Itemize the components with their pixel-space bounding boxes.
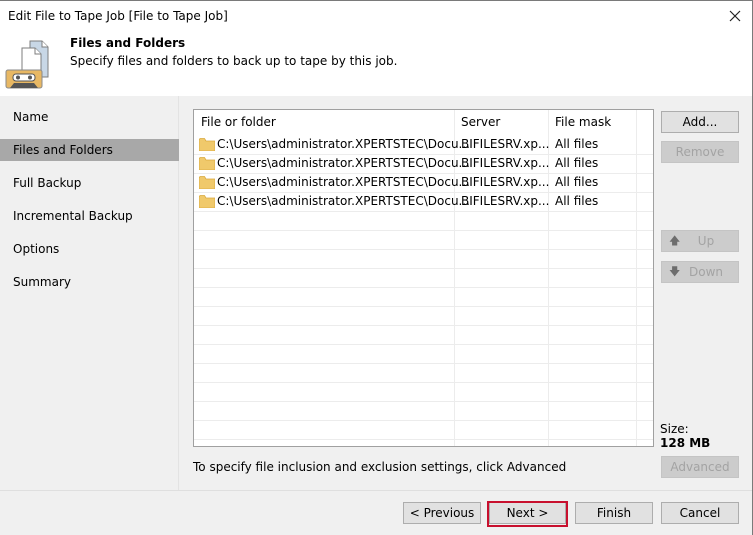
column-header-file-mask[interactable]: File mask [555, 115, 611, 129]
grid-row-line [194, 325, 653, 326]
down-label: Down [688, 265, 723, 279]
table-row[interactable]: C:\Users\administrator.XPERTSTEC\Docu...… [194, 154, 653, 173]
footer-divider [0, 490, 752, 491]
sidebar-item-options[interactable]: Options [0, 238, 179, 260]
table-row[interactable]: C:\Users\administrator.XPERTSTEC\Docu...… [194, 173, 653, 192]
grid-row-line [194, 249, 653, 250]
cell-mask: All files [555, 137, 599, 151]
grid-row-line [194, 287, 653, 288]
folder-icon [198, 176, 216, 190]
grid-row-line [194, 230, 653, 231]
grid-row-line [194, 306, 653, 307]
folder-icon [198, 157, 216, 171]
advanced-hint-text: To specify file inclusion and exclusion … [193, 460, 567, 474]
cell-path: C:\Users\administrator.XPERTSTEC\Docu... [217, 137, 470, 151]
cell-mask: All files [555, 194, 599, 208]
down-button[interactable]: 🡇 Down [661, 261, 739, 283]
cell-server: BIFILESRV.xp... [461, 175, 550, 189]
cell-mask: All files [555, 156, 599, 170]
cell-server: BIFILESRV.xp... [461, 137, 550, 151]
cell-path: C:\Users\administrator.XPERTSTEC\Docu... [217, 156, 470, 170]
cell-path: C:\Users\administrator.XPERTSTEC\Docu... [217, 175, 470, 189]
advanced-button[interactable]: Advanced [661, 456, 739, 478]
edit-job-dialog: Edit File to Tape Job [File to Tape Job]… [0, 0, 753, 535]
size-label: Size: [660, 422, 689, 436]
folder-icon [198, 195, 216, 209]
page-title: Files and Folders [70, 36, 186, 50]
title-bar: Edit File to Tape Job [File to Tape Job] [0, 1, 752, 31]
remove-button[interactable]: Remove [661, 141, 739, 163]
add-button[interactable]: Add... [661, 111, 739, 133]
page-subtitle: Specify files and folders to back up to … [70, 54, 398, 68]
next-button[interactable]: Next > [489, 502, 566, 524]
grid-row-line [194, 439, 653, 440]
wizard-steps-sidebar: Name Files and Folders Full Backup Incre… [0, 96, 179, 490]
grid-row-line [194, 401, 653, 402]
column-header-file-or-folder[interactable]: File or folder [201, 115, 276, 129]
finish-button[interactable]: Finish [575, 502, 653, 524]
grid-row-line [194, 363, 653, 364]
column-header-server[interactable]: Server [461, 115, 500, 129]
table-row[interactable]: C:\Users\administrator.XPERTSTEC\Docu...… [194, 135, 653, 154]
arrow-down-icon: 🡇 [669, 265, 681, 278]
window-title: Edit File to Tape Job [File to Tape Job] [8, 9, 228, 23]
grid-row-line [194, 344, 653, 345]
grid-row-line [194, 268, 653, 269]
table-row[interactable]: C:\Users\administrator.XPERTSTEC\Docu...… [194, 192, 653, 211]
files-table[interactable]: File or folder Server File mask C:\Users… [193, 109, 654, 447]
sidebar-item-summary[interactable]: Summary [0, 271, 179, 293]
sidebar-item-files-and-folders[interactable]: Files and Folders [0, 139, 179, 161]
close-button[interactable] [724, 5, 746, 27]
cancel-button[interactable]: Cancel [661, 502, 739, 524]
sidebar-item-incremental-backup[interactable]: Incremental Backup [0, 205, 179, 227]
size-value: 128 MB [660, 436, 711, 450]
close-icon [724, 5, 746, 27]
files-to-tape-icon [5, 37, 55, 91]
arrow-up-icon: 🡅 [669, 234, 681, 247]
grid-row-line [194, 382, 653, 383]
up-button[interactable]: 🡅 Up [661, 230, 739, 252]
cell-server: BIFILESRV.xp... [461, 156, 550, 170]
grid-row-line [194, 420, 653, 421]
cell-server: BIFILESRV.xp... [461, 194, 550, 208]
up-label: Up [697, 234, 715, 248]
sidebar-item-full-backup[interactable]: Full Backup [0, 172, 179, 194]
folder-icon [198, 138, 216, 152]
previous-button[interactable]: < Previous [403, 502, 481, 524]
table-header: File or folder Server File mask [194, 110, 653, 134]
cell-mask: All files [555, 175, 599, 189]
wizard-header: Files and Folders Specify files and fold… [0, 31, 752, 96]
sidebar-item-name[interactable]: Name [0, 106, 179, 128]
grid-row-line [194, 211, 653, 212]
cell-path: C:\Users\administrator.XPERTSTEC\Docu... [217, 194, 470, 208]
